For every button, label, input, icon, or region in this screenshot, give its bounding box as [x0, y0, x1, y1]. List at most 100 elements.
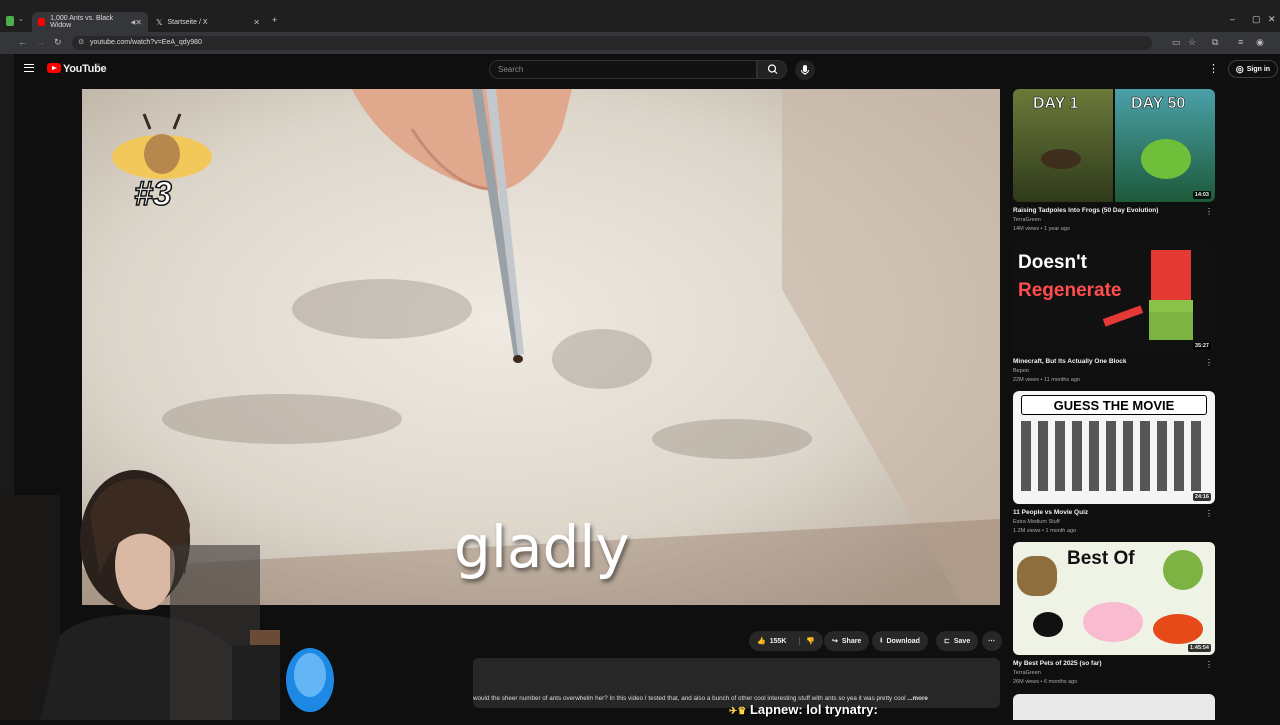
browser-tabbar: ⌄ 1,000 Ants vs. Black Widow ◀ ✕ 𝕏 Start…: [0, 0, 1280, 32]
recommendation-title[interactable]: 11 People vs Movie Quiz: [1013, 509, 1215, 516]
youtube-header: YouTube DE Search ⋮ ◎ Sign in: [14, 54, 1280, 86]
sign-in-button[interactable]: ◎ Sign in: [1228, 60, 1278, 78]
extensions-icon[interactable]: ⧉: [1212, 37, 1218, 48]
new-tab-icon[interactable]: +: [272, 15, 277, 25]
recommendation-channel[interactable]: Bepoo: [1013, 368, 1215, 374]
grass-block-icon: [1149, 300, 1193, 340]
tab-x[interactable]: 𝕏 Startseite / X ✕: [150, 12, 266, 32]
mic-light-icon: [286, 648, 334, 712]
tab-title: Startseite / X: [167, 18, 208, 26]
search-button[interactable]: [757, 60, 787, 79]
video-duration: 1:45:54: [1188, 644, 1211, 652]
recommendation-title[interactable]: Minecraft, But Its Actually One Block: [1013, 358, 1215, 365]
search-icon: [767, 64, 778, 74]
snake-icon: [1153, 614, 1203, 644]
recommendation-thumbnail[interactable]: Best Of 1:45:54: [1013, 542, 1215, 655]
more-actions-button[interactable]: ⋯: [982, 631, 1002, 651]
recommendation-item[interactable]: Doesn't Regenerate 35:27 Minecraft, But …: [1013, 240, 1215, 383]
tab-title: 1,000 Ants vs. Black Widow: [50, 15, 114, 29]
description-box[interactable]: would the sheer number of ants overwhelm…: [473, 658, 1000, 708]
video-duration: 14:03: [1192, 191, 1211, 199]
minimize-icon[interactable]: –: [1230, 14, 1235, 24]
sign-in-label: Sign in: [1246, 65, 1271, 73]
frog-icon: [1141, 139, 1191, 179]
recommendation-item[interactable]: Best Of 1:45:54 My Best Pets of 2025 (so…: [1013, 542, 1215, 685]
download-button[interactable]: ⭳ Download: [872, 631, 928, 651]
share-button[interactable]: ↪ Share: [824, 631, 870, 651]
region-code: DE: [95, 62, 101, 67]
hamburger-menu-icon[interactable]: [24, 64, 34, 72]
red-arrow-icon: [1102, 305, 1144, 327]
save-button[interactable]: ⊏ Save: [936, 631, 979, 651]
thumb-text: GUESS THE MOVIE: [1053, 398, 1175, 413]
tab-active[interactable]: 1,000 Ants vs. Black Widow ◀ ✕: [32, 12, 148, 32]
streamer-webcam: [0, 455, 280, 720]
recommendation-channel[interactable]: Extra Medium Stuff: [1013, 519, 1215, 525]
bookmark-star-icon[interactable]: ☆: [1188, 37, 1196, 48]
recommendation-menu-icon[interactable]: ⋮: [1205, 207, 1213, 216]
more-horizontal-icon: ⋯: [988, 638, 995, 645]
cast-icon[interactable]: ▭: [1172, 37, 1181, 48]
maximize-icon[interactable]: ▢: [1252, 14, 1261, 25]
account-icon: ◎: [1235, 63, 1244, 74]
close-tab-icon[interactable]: ✕: [135, 18, 142, 27]
thumb-text: DAY 1: [1033, 95, 1079, 113]
webcam-frame: [0, 470, 280, 720]
reload-icon[interactable]: ↻: [54, 37, 62, 48]
recommendation-title[interactable]: Raising Tadpoles Into Frogs (50 Day Evol…: [1013, 207, 1215, 214]
spider-icon: [1033, 612, 1063, 637]
save-label: Save: [953, 637, 971, 645]
microphone-icon: [801, 65, 809, 75]
recommendation-channel[interactable]: TerraGreen: [1013, 217, 1215, 223]
recommendation-meta: 26M views • 6 months ago: [1013, 679, 1078, 685]
recommendation-menu-icon[interactable]: ⋮: [1205, 660, 1213, 669]
thumbs-down-icon[interactable]: 👎: [799, 637, 815, 645]
address-bar-row: ← → ↻ ⚙ youtube.com/watch?v=EeA_qdy980 ▭…: [0, 32, 1280, 54]
settings-kebab-icon[interactable]: ⋮: [1208, 62, 1219, 75]
description-more-link[interactable]: ...more: [907, 695, 928, 702]
recommendation-meta: 22M views • 11 months ago: [1013, 377, 1080, 383]
recommendation-thumbnail[interactable]: GUESS THE MOVIE 24:16: [1013, 391, 1215, 504]
back-icon[interactable]: ←: [18, 37, 27, 47]
recommendation-menu-icon[interactable]: ⋮: [1205, 358, 1213, 367]
video-subtitle: gladly: [454, 513, 630, 581]
recommendation-menu-icon[interactable]: ⋮: [1205, 509, 1213, 518]
x-favicon-icon: 𝕏: [156, 17, 163, 27]
share-label: Share: [841, 637, 862, 645]
thumb-text: Regenerate: [1018, 280, 1122, 301]
close-tab-icon[interactable]: ✕: [253, 18, 260, 27]
video-duration: 24:16: [1192, 493, 1211, 501]
recommendation-item[interactable]: GUESS THE MOVIE 24:16 11 People vs Movie…: [1013, 391, 1215, 534]
browser-menu-icon[interactable]: [6, 16, 14, 26]
youtube-logo-icon[interactable]: [47, 63, 61, 73]
chat-badges-icon: ✈♛: [729, 706, 747, 717]
tadpole-icon: [1041, 149, 1081, 169]
close-window-icon[interactable]: ✕: [1268, 14, 1276, 25]
voice-search-button[interactable]: [795, 60, 815, 80]
thumb-text: Doesn't: [1018, 252, 1087, 273]
sidepanel-icon[interactable]: ≡: [1238, 37, 1243, 47]
bookmark-icon: ⊏: [944, 638, 950, 645]
site-info-icon[interactable]: ⚙: [78, 36, 84, 50]
video-duration: 35:27: [1192, 342, 1211, 350]
description-snippet: would the sheer number of ants overwhelm…: [473, 695, 906, 702]
download-icon: ⭳: [880, 636, 883, 644]
recommendation-thumbnail[interactable]: DAY 1 DAY 50 14:03: [1013, 89, 1215, 202]
like-count: 155K: [769, 637, 787, 645]
thumb-text: DAY 50: [1131, 95, 1186, 113]
recommendation-title[interactable]: My Best Pets of 2025 (so far): [1013, 660, 1215, 667]
people-lineup: [1021, 421, 1207, 491]
like-button[interactable]: 👍 155K 👎: [749, 631, 823, 651]
tab-search-icon[interactable]: ⌄: [18, 15, 24, 23]
chat-overlay: ✈♛ Lapnew: lol trynatry:: [729, 702, 878, 717]
description-text: would the sheer number of ants overwhelm…: [473, 695, 1000, 702]
url-field[interactable]: ⚙ youtube.com/watch?v=EeA_qdy980: [72, 36, 1152, 50]
search-input[interactable]: Search: [489, 60, 757, 79]
profile-icon[interactable]: ◉: [1256, 37, 1264, 48]
recommendation-thumbnail[interactable]: Doesn't Regenerate 35:27: [1013, 240, 1215, 353]
recommendation-thumbnail-partial[interactable]: [1013, 694, 1215, 720]
recommendation-channel[interactable]: TerraGreen: [1013, 670, 1215, 676]
forward-icon[interactable]: →: [36, 37, 45, 47]
recommendation-meta: 14M views • 1 year ago: [1013, 226, 1070, 232]
recommendation-item[interactable]: DAY 1 DAY 50 14:03 Raising Tadpoles Into…: [1013, 89, 1215, 232]
